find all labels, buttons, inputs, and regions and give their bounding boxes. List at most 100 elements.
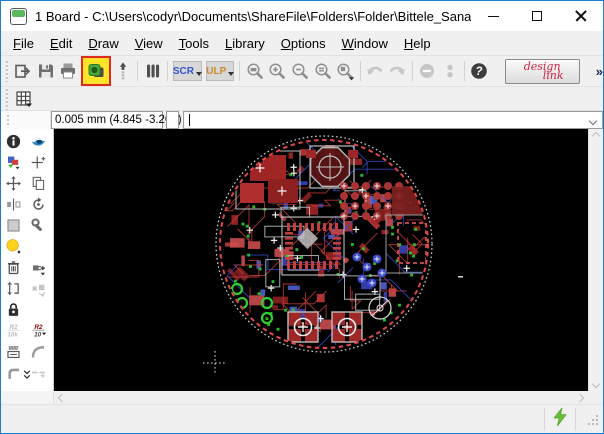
rotate-tool[interactable] bbox=[26, 194, 51, 215]
mirror-tool[interactable] bbox=[1, 194, 26, 215]
layer-order-button[interactable] bbox=[112, 59, 135, 83]
pin-swap-tool[interactable] bbox=[1, 278, 26, 299]
lock-tool[interactable] bbox=[1, 299, 26, 320]
go-button[interactable] bbox=[438, 59, 461, 83]
stop-button[interactable] bbox=[416, 59, 439, 83]
layer-settings-button[interactable] bbox=[141, 59, 164, 83]
scroll-up-icon[interactable] bbox=[592, 132, 600, 140]
save-icon bbox=[36, 61, 56, 81]
up-arrow-column-icon bbox=[113, 61, 133, 81]
menu-view[interactable]: View bbox=[127, 33, 171, 54]
scrollbar-corner-right bbox=[588, 391, 603, 404]
close-button[interactable] bbox=[559, 1, 603, 31]
svg-text:10: 10 bbox=[34, 331, 42, 338]
print-button[interactable] bbox=[57, 59, 80, 83]
miter-tool[interactable] bbox=[26, 341, 51, 362]
toolbar-separator bbox=[412, 61, 413, 81]
scroll-down-icon[interactable] bbox=[592, 380, 600, 388]
save-button[interactable] bbox=[34, 59, 57, 83]
drag-handle[interactable] bbox=[6, 114, 11, 126]
command-bar: 0.005 mm (4.845 -3.200) bbox=[1, 111, 603, 129]
window-resize-grip[interactable] bbox=[588, 413, 599, 431]
add-part-tool[interactable] bbox=[26, 257, 51, 278]
group-icon bbox=[5, 217, 22, 234]
zoom-fit-icon bbox=[245, 61, 265, 81]
mark-icon bbox=[30, 154, 47, 171]
horizontal-scrollbar[interactable] bbox=[54, 391, 588, 404]
delete-tool[interactable] bbox=[1, 257, 26, 278]
main-area: R2 10k R2 10 bbox=[1, 129, 603, 391]
show-tool[interactable] bbox=[26, 131, 51, 152]
more-tools-button[interactable] bbox=[1, 368, 53, 387]
scroll-left-icon[interactable] bbox=[58, 393, 66, 401]
yellowdot-icon bbox=[5, 238, 22, 255]
move-tool[interactable] bbox=[1, 173, 26, 194]
application-window: 1 Board - C:\Users\codyr\Documents\Share… bbox=[0, 0, 604, 434]
empty-cell bbox=[26, 299, 51, 320]
drc-lightning-icon[interactable] bbox=[551, 407, 569, 432]
name-tool[interactable]: R2 10k bbox=[1, 320, 26, 341]
maximize-icon bbox=[532, 11, 542, 21]
help-button[interactable]: ? bbox=[468, 59, 491, 83]
move-icon bbox=[5, 175, 22, 192]
design-link-button[interactable]: design link bbox=[505, 59, 580, 84]
smash-tool[interactable] bbox=[1, 341, 26, 362]
scroll-right-icon[interactable] bbox=[576, 393, 584, 401]
window-title: 1 Board - C:\Users\codyr\Documents\Share… bbox=[35, 9, 471, 24]
vertical-scrollbar[interactable] bbox=[588, 129, 603, 391]
status-separator bbox=[575, 408, 576, 430]
ulp-button[interactable]: ULP bbox=[206, 61, 234, 81]
menu-edit[interactable]: Edit bbox=[42, 33, 80, 54]
zoom-fit-button[interactable] bbox=[243, 59, 266, 83]
menu-draw[interactable]: Draw bbox=[80, 33, 126, 54]
redo-button[interactable] bbox=[386, 59, 409, 83]
status-separator bbox=[544, 408, 545, 430]
menu-window[interactable]: Window bbox=[334, 33, 396, 54]
minimize-button[interactable] bbox=[471, 1, 515, 31]
undo-button[interactable] bbox=[363, 59, 386, 83]
minimize-icon bbox=[488, 16, 499, 17]
change-tool[interactable] bbox=[26, 215, 51, 236]
zoom-redraw-button[interactable] bbox=[311, 59, 334, 83]
script-button[interactable]: SCR bbox=[173, 61, 202, 81]
toolbar-drag-handle[interactable] bbox=[5, 88, 10, 110]
board-canvas[interactable] bbox=[54, 129, 588, 391]
toolbar-separator bbox=[360, 61, 361, 81]
copy-icon bbox=[30, 175, 47, 192]
double-chevron-down-icon bbox=[20, 368, 34, 387]
menu-file[interactable]: File bbox=[5, 33, 42, 54]
menu-options[interactable]: Options bbox=[273, 33, 334, 54]
zoom-in-button[interactable] bbox=[266, 59, 289, 83]
open-board-icon bbox=[13, 61, 33, 81]
copy-tool[interactable] bbox=[26, 173, 51, 194]
title-bar: 1 Board - C:\Users\codyr\Documents\Share… bbox=[1, 1, 603, 31]
scr-label: SCR bbox=[173, 66, 194, 77]
zoom-select-button[interactable] bbox=[334, 59, 357, 83]
pinswap-icon bbox=[5, 280, 22, 297]
svg-text:10k: 10k bbox=[7, 331, 18, 338]
mark-tool[interactable] bbox=[26, 152, 51, 173]
menu-tools[interactable]: Tools bbox=[171, 33, 217, 54]
value-tool[interactable]: R2 10 bbox=[26, 320, 51, 341]
maximize-button[interactable] bbox=[515, 1, 559, 31]
yellow-circle-tool[interactable] bbox=[1, 236, 26, 257]
toolbar-drag-handle[interactable] bbox=[5, 60, 10, 82]
status-bar bbox=[1, 405, 603, 433]
info-tool[interactable] bbox=[1, 131, 26, 152]
group-tool[interactable] bbox=[1, 215, 26, 236]
stop-icon bbox=[417, 61, 437, 81]
menu-help[interactable]: Help bbox=[396, 33, 439, 54]
zoom-out-button[interactable] bbox=[289, 59, 312, 83]
toolbar-overflow-button[interactable]: » bbox=[596, 64, 603, 79]
toolbar-separator bbox=[167, 61, 168, 81]
grid-toolbar bbox=[1, 87, 603, 111]
board-schematic-toggle-button[interactable] bbox=[84, 59, 108, 83]
command-input[interactable] bbox=[184, 112, 602, 128]
open-board-button[interactable] bbox=[12, 59, 35, 83]
grid-button[interactable] bbox=[12, 87, 36, 111]
menu-library[interactable]: Library bbox=[217, 33, 273, 54]
display-layers-tool[interactable] bbox=[1, 152, 26, 173]
lock-icon bbox=[5, 301, 22, 318]
gate-swap-tool[interactable] bbox=[26, 278, 51, 299]
menu-bar: FileEditDrawViewToolsLibraryOptionsWindo… bbox=[1, 31, 603, 56]
